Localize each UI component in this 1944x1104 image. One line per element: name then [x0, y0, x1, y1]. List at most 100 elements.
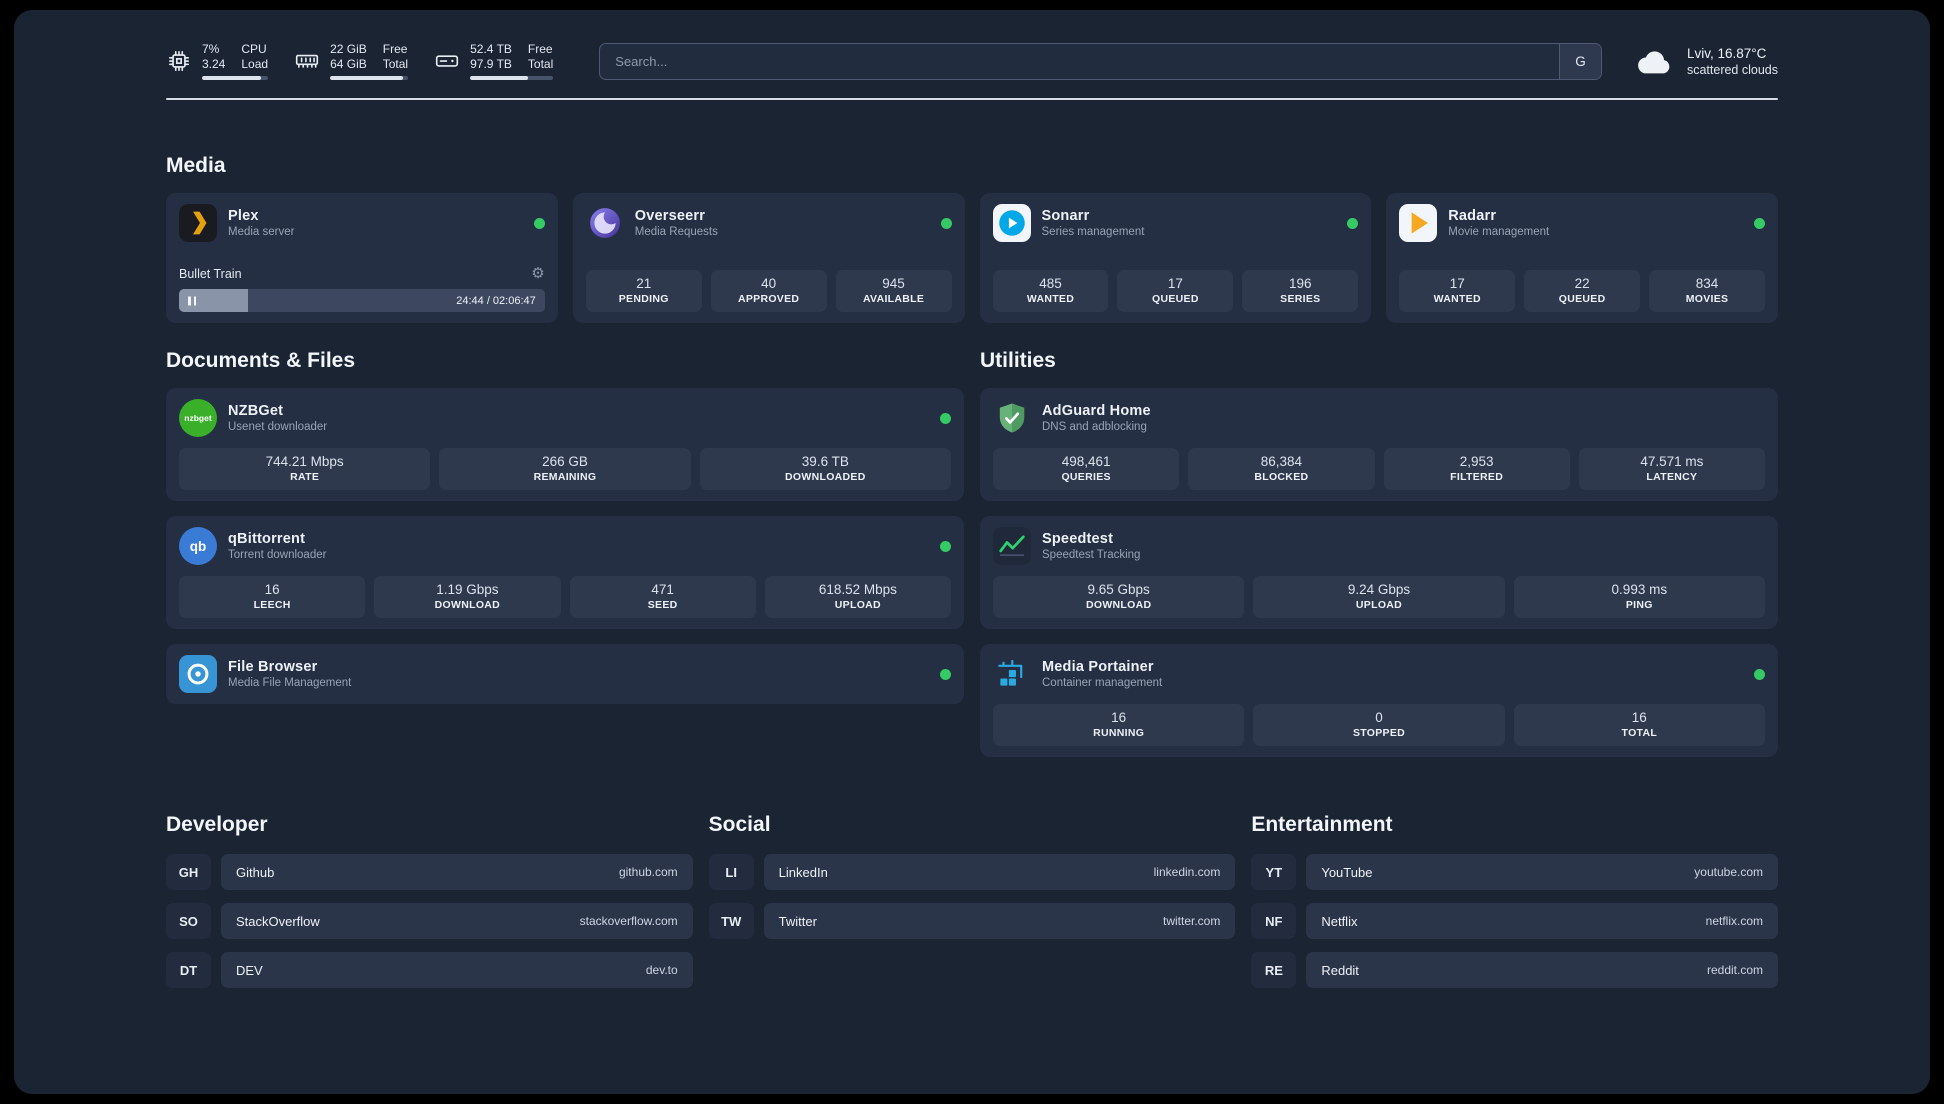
now-playing-title: Bullet Train — [179, 266, 242, 281]
app-subtitle: Usenet downloader — [228, 421, 328, 433]
section-developer: Developer GH Github github.com SO StackO… — [166, 813, 693, 1001]
app-name: File Browser — [228, 659, 318, 675]
github-abbr-icon[interactable]: GH — [166, 854, 211, 890]
playback-time: 24:44 / 02:06:47 — [456, 294, 536, 307]
memory-labels: Free Total — [382, 42, 409, 71]
memory-icon — [294, 48, 320, 74]
bookmark-youtube: YT YouTube youtube.com — [1251, 854, 1779, 890]
memory-widget: 22 GiB 64 GiB Free Total — [294, 42, 409, 80]
bookmark-link[interactable]: Reddit reddit.com — [1306, 952, 1779, 988]
storage-values: 52.4 TB 97.9 TB — [470, 42, 512, 71]
stat-queries: 498,461 QUERIES — [993, 448, 1180, 490]
cpu-widget: 7% 3.24 CPU Load — [166, 42, 269, 80]
storage-labels: Free Total — [527, 42, 554, 71]
app-card-nzbget[interactable]: nzbget NZBGet Usenet downloader 744.21 M… — [166, 388, 964, 501]
dev-abbr-icon[interactable]: DT — [166, 952, 211, 988]
app-card-speedtest[interactable]: Speedtest Speedtest Tracking 9.65 Gbps D… — [980, 516, 1778, 629]
bookmark-link[interactable]: StackOverflow stackoverflow.com — [221, 903, 693, 939]
header-bar: 7% 3.24 CPU Load 22 GiB 64 GiB Free Tota… — [166, 42, 1778, 80]
stat-approved: 40 APPROVED — [710, 270, 827, 312]
app-card-overseerr[interactable]: Overseerr Media Requests 21 PENDING 40 A… — [572, 193, 965, 323]
app-card-radarr[interactable]: Radarr Movie management 17 WANTED 22 QUE… — [1386, 193, 1778, 323]
twitter-abbr-icon[interactable]: TW — [708, 903, 754, 939]
search-engine-button[interactable]: G — [1558, 43, 1601, 79]
status-dot — [940, 412, 951, 424]
app-card-plex[interactable]: Plex Media server Bullet Train ⚙ 24:44 /… — [166, 193, 558, 323]
stat-upload: 9.24 Gbps UPLOAD — [1253, 576, 1505, 618]
stat-filtered: 2,953 FILTERED — [1383, 448, 1570, 490]
status-dot — [940, 217, 952, 229]
app-card-portainer[interactable]: Media Portainer Container management 16 … — [980, 644, 1778, 757]
linkedin-abbr-icon[interactable]: LI — [708, 854, 754, 890]
stat-blocked: 86,384 BLOCKED — [1188, 448, 1375, 490]
stackoverflow-abbr-icon[interactable]: SO — [166, 903, 211, 939]
bookmark-link[interactable]: Twitter twitter.com — [763, 903, 1236, 939]
section-title-entertainment: Entertainment — [1251, 813, 1393, 836]
bookmark-link[interactable]: DEV dev.to — [221, 952, 693, 988]
cpu-icon — [166, 48, 192, 74]
status-dot — [1754, 217, 1765, 229]
app-name: Overseerr — [634, 208, 706, 224]
weather-condition: scattered clouds — [1686, 62, 1778, 77]
weather-location: Lviv, 16.87°C — [1686, 45, 1767, 61]
reddit-abbr-icon[interactable]: RE — [1251, 952, 1297, 988]
playback-progress-bar[interactable]: 24:44 / 02:06:47 — [179, 289, 545, 312]
stat-available: 945 AVAILABLE — [835, 270, 952, 312]
cpu-progress-bar — [202, 76, 269, 80]
storage-widget: 52.4 TB 97.9 TB Free Total — [434, 42, 554, 80]
memory-progress-bar — [330, 76, 409, 80]
bookmark-link[interactable]: LinkedIn linkedin.com — [763, 854, 1236, 890]
app-subtitle: Media Requests — [634, 226, 718, 238]
bookmark-twitter: TW Twitter twitter.com — [708, 903, 1236, 939]
stat-seed: 471 SEED — [569, 576, 756, 618]
stat-ping: 0.993 ms PING — [1513, 576, 1765, 618]
bookmark-link[interactable]: Github github.com — [221, 854, 693, 890]
stat-latency: 47.571 ms LATENCY — [1578, 448, 1765, 490]
netflix-abbr-icon[interactable]: NF — [1251, 903, 1297, 939]
app-name: Sonarr — [1041, 208, 1090, 224]
stat-rate: 744.21 Mbps RATE — [179, 448, 431, 490]
memory-values: 22 GiB 64 GiB — [330, 42, 367, 71]
stat-pending: 21 PENDING — [585, 270, 702, 312]
status-dot — [1347, 217, 1359, 229]
stat-total: 16 TOTAL — [1513, 704, 1765, 746]
app-name: Media Portainer — [1042, 659, 1154, 675]
section-entertainment: Entertainment YT YouTube youtube.com NF … — [1251, 813, 1779, 1001]
app-card-qbittorrent[interactable]: qb qBittorrent Torrent downloader 16 LEE… — [166, 516, 964, 629]
app-subtitle: Series management — [1041, 226, 1145, 238]
app-name: Speedtest — [1042, 531, 1114, 547]
bookmark-dev: DT DEV dev.to — [166, 952, 693, 988]
section-title-developer: Developer — [166, 813, 268, 836]
section-title-media: Media — [166, 154, 226, 177]
app-subtitle: Media File Management — [228, 677, 352, 689]
pause-icon[interactable] — [188, 296, 196, 305]
qbittorrent-icon: qb — [179, 527, 217, 565]
status-dot — [940, 540, 951, 552]
stat-queued: 22 QUEUED — [1524, 270, 1641, 312]
nzbget-icon: nzbget — [179, 399, 217, 437]
search-input[interactable] — [600, 53, 1559, 69]
cpu-progress-fill — [202, 76, 262, 80]
app-card-filebrowser[interactable]: File Browser Media File Management — [166, 644, 964, 704]
bookmark-link[interactable]: YouTube youtube.com — [1306, 854, 1779, 890]
gear-icon[interactable]: ⚙ — [531, 266, 544, 281]
section-social: Social LI LinkedIn linkedin.com TW Twitt… — [708, 813, 1236, 1001]
speedtest-icon — [993, 527, 1031, 565]
plex-icon — [179, 204, 217, 242]
app-card-sonarr[interactable]: Sonarr Series management 485 WANTED 17 Q… — [979, 193, 1372, 323]
bookmark-link[interactable]: Netflix netflix.com — [1306, 903, 1779, 939]
youtube-abbr-icon[interactable]: YT — [1251, 854, 1297, 890]
stat-stopped: 0 STOPPED — [1253, 704, 1505, 746]
stat-leech: 16 LEECH — [179, 576, 366, 618]
stat-downloaded: 39.6 TB DOWNLOADED — [699, 448, 951, 490]
cloud-icon — [1636, 46, 1674, 76]
portainer-crane-icon — [993, 655, 1031, 693]
app-name: NZBGet — [228, 403, 284, 419]
bookmark-stackoverflow: SO StackOverflow stackoverflow.com — [166, 903, 693, 939]
bookmark-github: GH Github github.com — [166, 854, 693, 890]
header-divider — [166, 98, 1778, 100]
app-name: qBittorrent — [228, 531, 306, 547]
stat-queued: 17 QUEUED — [1117, 270, 1234, 312]
app-card-adguard[interactable]: AdGuard Home DNS and adblocking 498,461 … — [980, 388, 1778, 501]
dashboard: 7% 3.24 CPU Load 22 GiB 64 GiB Free Tota… — [14, 10, 1930, 1094]
